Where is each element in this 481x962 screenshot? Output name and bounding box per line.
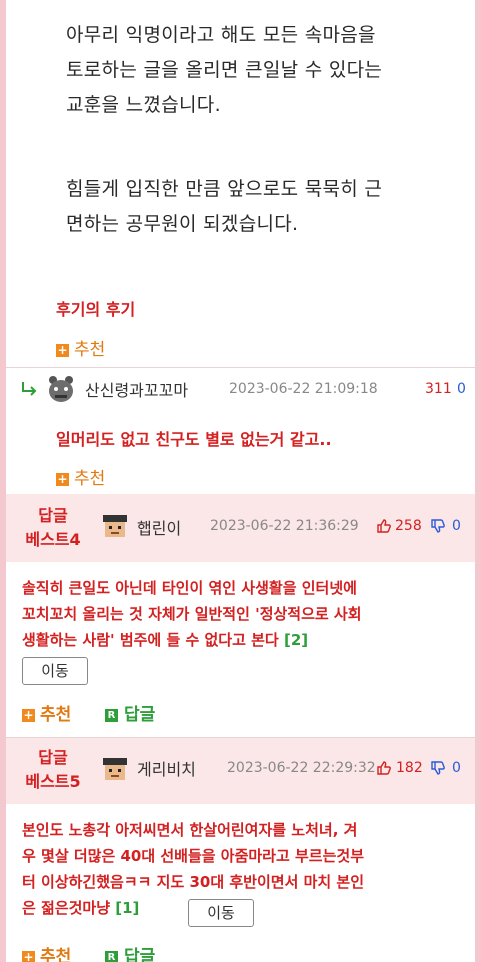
post-line: 면하는 공무원이 되겠습니다. (66, 213, 299, 235)
like-count: 311 (425, 381, 452, 397)
move-button[interactable]: 이동 (22, 657, 88, 685)
comment-line: 솔직히 큰일도 아닌데 타인이 엮인 사생활을 인터넷에 (22, 579, 357, 597)
post-line: 아무리 익명이라고 해도 모든 속마음을 (66, 24, 376, 46)
plus-icon: + (22, 950, 35, 962)
r-icon: R (105, 951, 118, 962)
page-frame: 아무리 익명이라고 해도 모든 속마음을 토로하는 글을 올리면 큰일날 수 있… (6, 0, 475, 962)
plus-icon: + (22, 708, 35, 722)
comment-line: 본인도 노총각 아저씨면서 한살어린여자를 노처녀, 겨 (22, 821, 358, 839)
thumbs-down-icon[interactable] (430, 760, 446, 776)
post-recommend-button[interactable]: + 추천 (56, 335, 105, 360)
comment-item: 산신령과꼬꼬마 2023-06-22 21:09:18 311 0 일머리도 없… (6, 368, 475, 494)
dislike-count: 0 (452, 518, 461, 534)
best-label-line: 답글 (38, 506, 68, 525)
post-line: 교훈을 느꼈습니다. (66, 94, 221, 116)
recommend-label: 추천 (40, 705, 72, 725)
comment-nickname[interactable]: 게리비치 (137, 756, 196, 780)
best-label-line: 답글 (38, 748, 68, 767)
post-body: 아무리 익명이라고 해도 모든 속마음을 토로하는 글을 올리면 큰일날 수 있… (6, 0, 475, 367)
avatar-icon (46, 374, 76, 404)
post-line: 힘들게 입직한 만큼 앞으로도 묵묵히 근 (66, 178, 383, 200)
move-button[interactable]: 이동 (188, 899, 254, 927)
comment-date: 2023-06-22 21:36:29 (210, 518, 359, 534)
post-paragraph-2: 힘들게 입직한 만큼 앞으로도 묵묵히 근 면하는 공무원이 되겠습니다. (66, 172, 446, 242)
comment-recommend-button[interactable]: + 추천 (56, 464, 105, 489)
reply-label: 답글 (124, 705, 156, 725)
comment-text: 일머리도 없고 친구도 별로 없는거 같고.. (56, 430, 332, 449)
avatar-icon (103, 758, 127, 780)
comment-date: 2023-06-22 21:09:18 (229, 381, 378, 397)
best-recommend-button[interactable]: + 추천 (22, 942, 71, 962)
comment-nickname[interactable]: 햅린이 (137, 515, 181, 539)
comment-line: 생활하는 사람' 범주에 들 수 없다고 본다 (22, 631, 279, 649)
recommend-label: 추천 (40, 947, 72, 962)
recommend-label: 추천 (74, 340, 106, 360)
best-reply-button[interactable]: R 답글 (105, 942, 155, 962)
reply-label: 답글 (124, 947, 156, 962)
best-reply-button[interactable]: R 답글 (105, 700, 155, 725)
best-comment-header: 답글 베스트4 햅린이 2023-06-22 21:36:29 258 0 (6, 494, 475, 562)
comment-line: 꼬치꼬치 올리는 것 자체가 일반적인 '정상적으로 사회 (22, 605, 362, 623)
post-title-link[interactable]: 후기의 후기 (56, 296, 135, 320)
post-line: 토로하는 글을 올리면 큰일날 수 있다는 (66, 59, 383, 81)
like-count: 258 (395, 518, 422, 534)
best-label-line: 베스트5 (25, 772, 81, 791)
thumbs-up-icon[interactable] (376, 518, 392, 534)
best-label: 답글 베스트4 (12, 504, 94, 552)
best-label-line: 베스트4 (25, 530, 81, 549)
comment-line: 우 몇살 더많은 40대 선배들을 아줌마라고 부르는것부 (22, 847, 365, 865)
like-count: 182 (396, 760, 423, 776)
thumbs-up-icon[interactable] (376, 760, 392, 776)
comment-nickname[interactable]: 산신령과꼬꼬마 (85, 377, 188, 401)
best-comment-text: 솔직히 큰일도 아닌데 타인이 엮인 사생활을 인터넷에 꼬치꼬치 올리는 것 … (22, 575, 472, 653)
post-paragraph-1: 아무리 익명이라고 해도 모든 속마음을 토로하는 글을 올리면 큰일날 수 있… (66, 18, 446, 123)
plus-icon: + (56, 343, 69, 357)
comment-line: 은 젊은것마냥 (22, 899, 111, 917)
avatar-icon (103, 515, 127, 537)
recommend-label: 추천 (74, 469, 106, 489)
dislike-count: 0 (457, 381, 466, 397)
comment-line: 터 이상하긴했음ㅋㅋ 지도 30대 후반이면서 마치 본인 (22, 873, 365, 891)
reply-count[interactable]: [2] (284, 631, 308, 649)
reply-arrow-icon (22, 382, 37, 396)
reply-count[interactable]: [1] (115, 899, 139, 917)
dislike-count: 0 (452, 760, 461, 776)
best-comment-body: 솔직히 큰일도 아닌데 타인이 엮인 사생활을 인터넷에 꼬치꼬치 올리는 것 … (22, 575, 472, 653)
comment-date: 2023-06-22 22:29:32 (227, 760, 376, 776)
best-recommend-button[interactable]: + 추천 (22, 700, 71, 725)
best-label: 답글 베스트5 (12, 746, 94, 794)
best-comment-header: 답글 베스트5 게리비치 2023-06-22 22:29:32 182 0 (6, 738, 475, 804)
r-icon: R (105, 709, 118, 722)
plus-icon: + (56, 472, 69, 486)
thumbs-down-icon[interactable] (430, 518, 446, 534)
